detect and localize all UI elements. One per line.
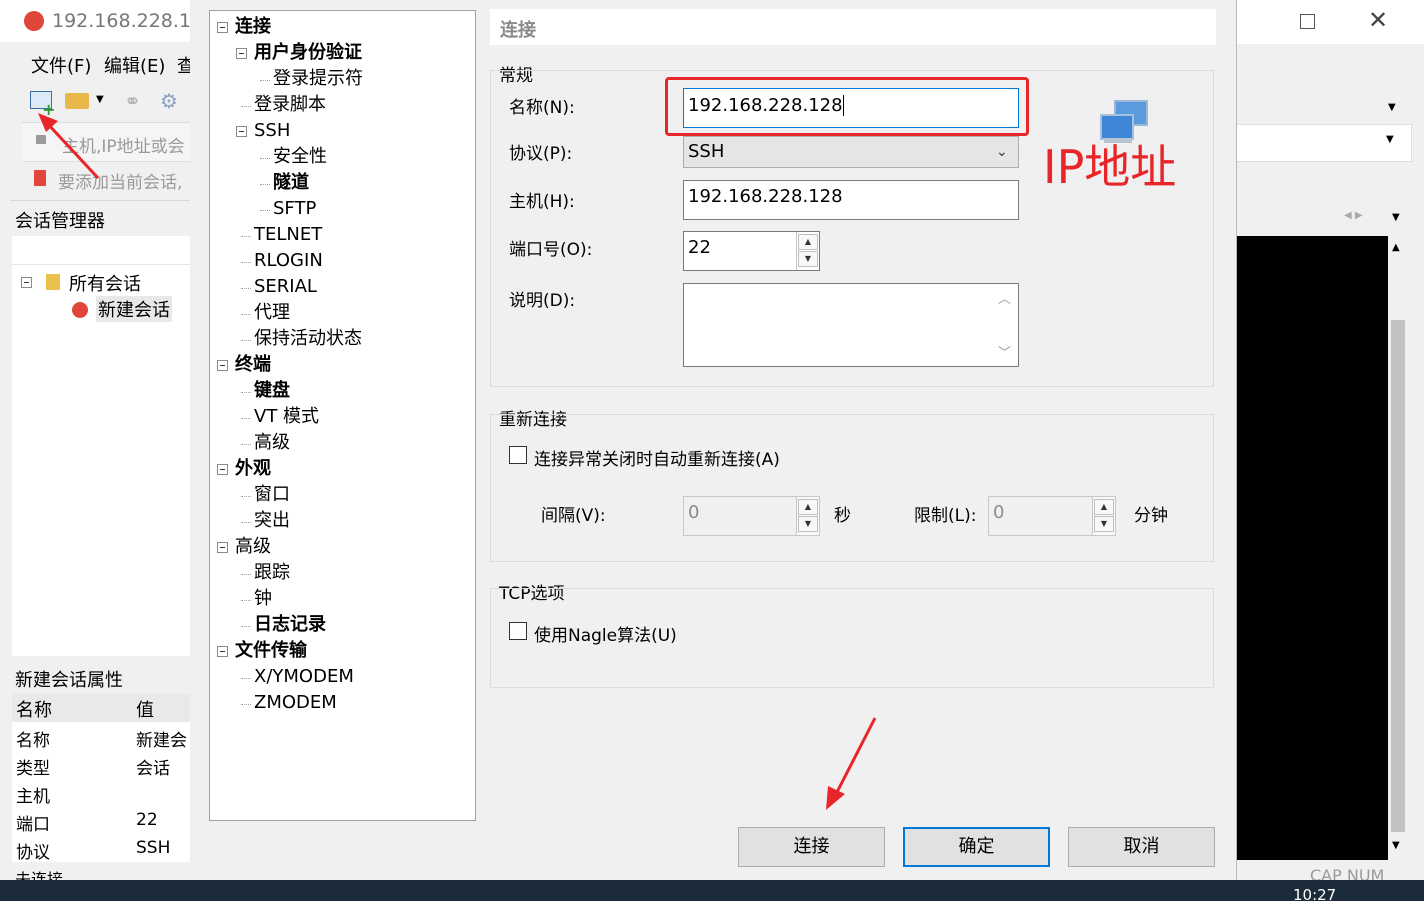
annotation-arrows: [38, 113, 877, 810]
arrow-to-connect: [826, 717, 877, 810]
arrow-to-new-session: [38, 113, 100, 180]
